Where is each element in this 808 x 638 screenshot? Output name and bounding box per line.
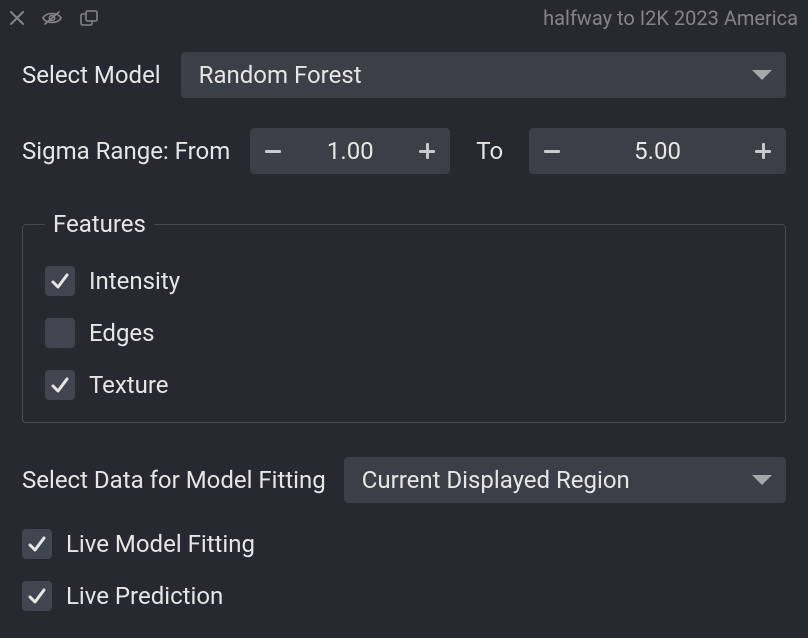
- sigma-to-value[interactable]: 5.00: [575, 137, 740, 165]
- sigma-to-decrement[interactable]: [529, 128, 575, 174]
- sigma-from-spinbox[interactable]: 1.00: [250, 128, 450, 174]
- data-select-label: Select Data for Model Fitting: [22, 466, 326, 494]
- sigma-from-decrement[interactable]: [250, 128, 296, 174]
- feature-texture-label: Texture: [89, 371, 169, 399]
- feature-intensity-label: Intensity: [89, 267, 180, 295]
- live-prediction-row: Live Prediction: [22, 581, 786, 611]
- sigma-to-label: To: [470, 137, 509, 165]
- feature-edges-checkbox[interactable]: [45, 318, 75, 348]
- live-fitting-label: Live Model Fitting: [66, 530, 255, 558]
- sigma-row: Sigma Range: From 1.00 To 5.00: [22, 128, 786, 174]
- feature-texture-checkbox[interactable]: [45, 370, 75, 400]
- live-prediction-label: Live Prediction: [66, 582, 223, 610]
- panel-title: halfway to I2K 2023 America: [543, 6, 798, 30]
- data-select-row: Select Data for Model Fitting Current Di…: [22, 457, 786, 503]
- model-row: Select Model Random Forest: [22, 52, 786, 98]
- sigma-to-increment[interactable]: [740, 128, 786, 174]
- panel-header: halfway to I2K 2023 America: [0, 0, 808, 36]
- model-select-value: Random Forest: [199, 61, 752, 89]
- model-label: Select Model: [22, 61, 161, 89]
- data-select[interactable]: Current Displayed Region: [344, 457, 786, 503]
- sigma-from-increment[interactable]: [404, 128, 450, 174]
- live-options: Live Model Fitting Live Prediction: [22, 529, 786, 611]
- sigma-to-spinbox[interactable]: 5.00: [529, 128, 786, 174]
- feature-intensity-checkbox[interactable]: [45, 266, 75, 296]
- chevron-down-icon: [752, 475, 772, 485]
- eye-off-icon[interactable]: [42, 11, 62, 25]
- feature-intensity-row: Intensity: [45, 266, 763, 296]
- model-select[interactable]: Random Forest: [181, 52, 786, 98]
- header-icon-group: [10, 10, 98, 26]
- minus-icon: [265, 150, 281, 153]
- data-select-value: Current Displayed Region: [362, 466, 752, 494]
- feature-edges-row: Edges: [45, 318, 763, 348]
- live-fitting-checkbox[interactable]: [22, 529, 52, 559]
- close-icon[interactable]: [10, 11, 24, 25]
- live-prediction-checkbox[interactable]: [22, 581, 52, 611]
- feature-edges-label: Edges: [89, 319, 155, 347]
- minus-icon: [544, 150, 560, 153]
- features-legend: Features: [45, 210, 154, 238]
- plus-icon: [419, 143, 435, 159]
- float-panel-icon[interactable]: [80, 10, 98, 26]
- plus-icon: [755, 143, 771, 159]
- sigma-from-value[interactable]: 1.00: [296, 137, 404, 165]
- features-group: Features Intensity Edges Texture: [22, 210, 786, 423]
- sigma-label: Sigma Range: From: [22, 137, 230, 165]
- feature-texture-row: Texture: [45, 370, 763, 400]
- chevron-down-icon: [752, 70, 772, 80]
- live-fitting-row: Live Model Fitting: [22, 529, 786, 559]
